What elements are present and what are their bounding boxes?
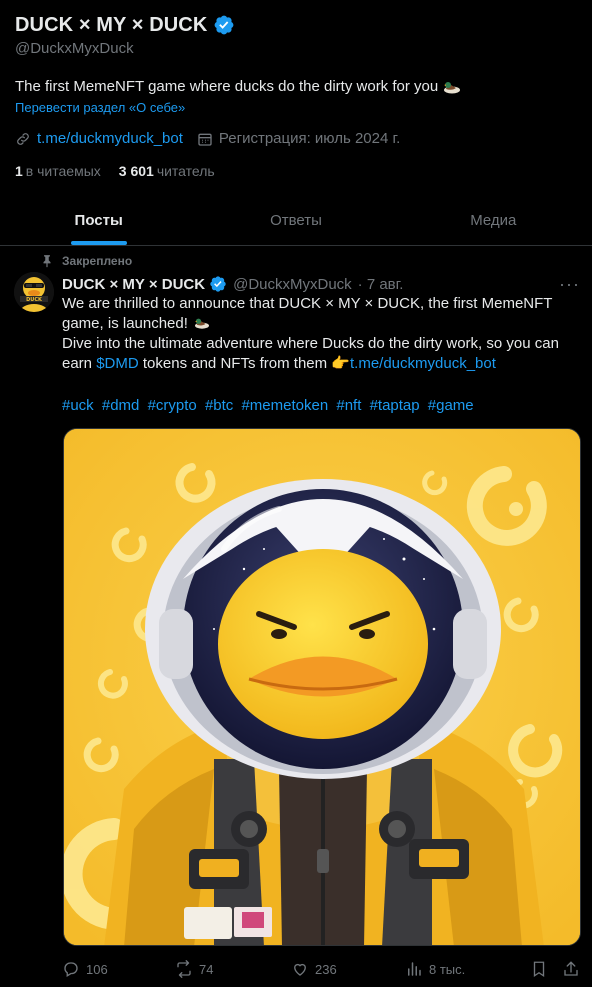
tab-replies-label: Ответы xyxy=(270,212,322,229)
post-text-line-2-content: game, is launched! xyxy=(62,315,188,332)
profile-follow-stats: 1в читаемых 3 601 читатель xyxy=(15,161,577,181)
views-count: 8 тыс. xyxy=(429,961,466,977)
like-button[interactable]: 236 xyxy=(267,960,385,978)
post-text-line-1: We are thrilled to announce that DUCK × … xyxy=(62,295,553,312)
calendar-icon xyxy=(198,133,212,146)
hashtag-link[interactable]: #uck xyxy=(62,397,94,414)
post-text-line-3: Dive into the ultimate adventure where D… xyxy=(62,335,559,352)
views-icon xyxy=(408,962,421,976)
link-icon xyxy=(17,133,29,145)
astronaut-duck-illustration xyxy=(64,429,580,945)
profile-website-link[interactable]: t.me/duckmyduck_bot xyxy=(37,129,183,149)
pinned-text: Закреплено xyxy=(62,254,133,268)
repost-count: 74 xyxy=(199,961,214,977)
share-button[interactable] xyxy=(562,960,580,978)
profile-display-name: DUCK × MY × DUCK xyxy=(15,13,208,36)
profile-header: DUCK × MY × DUCK @DuckxMyxDuck The first… xyxy=(15,12,577,181)
post-header: DUCK × MY × DUCK @DuckxMyxDuck · 7 авг. … xyxy=(62,274,580,294)
profile-joined: Регистрация: июль 2024 г. xyxy=(197,129,400,149)
views-button[interactable]: 8 тыс. xyxy=(385,960,485,978)
tab-replies[interactable]: Ответы xyxy=(197,196,394,245)
like-icon xyxy=(294,963,306,976)
profile-handle: @DuckxMyxDuck xyxy=(15,40,134,57)
translate-bio-link[interactable]: Перевести раздел «О себе» xyxy=(15,99,577,117)
following-count: 1 xyxy=(15,163,23,179)
post-author-handle[interactable]: @DuckxMyxDuck xyxy=(233,276,352,293)
post-media-image[interactable] xyxy=(63,428,581,946)
svg-text:DUCK: DUCK xyxy=(26,297,43,303)
avatar-duck-image: DUCK xyxy=(14,272,54,312)
post-text-line-4-prefix: earn xyxy=(62,355,93,372)
profile-name-row: DUCK × MY × DUCK xyxy=(15,12,577,38)
followers-count: 3 601 xyxy=(118,163,154,179)
pinned-label: Закреплено xyxy=(40,254,132,268)
following-link[interactable]: 1в читаемых xyxy=(15,161,101,181)
cashtag-link[interactable]: $DMD xyxy=(96,355,139,372)
post-time[interactable]: · 7 авг. xyxy=(358,276,404,293)
bookmark-button[interactable] xyxy=(530,960,548,978)
repost-button[interactable]: 74 xyxy=(157,960,267,978)
post-text-line-2: game, is launched! xyxy=(62,314,580,334)
tab-posts-label: Посты xyxy=(74,212,123,229)
hashtag-link[interactable]: #memetoken xyxy=(241,397,328,414)
share-icon xyxy=(564,961,578,976)
hashtag-link[interactable]: #nft xyxy=(336,397,361,414)
reply-icon xyxy=(64,962,78,977)
duck-emoji-icon xyxy=(195,318,210,329)
post-action-bar: 106 74 236 8 тыс. xyxy=(62,958,580,980)
post-author-avatar[interactable]: DUCK xyxy=(14,272,54,312)
verified-badge-icon xyxy=(214,15,234,35)
post-text: We are thrilled to announce that DUCK × … xyxy=(62,294,580,374)
hashtag-link[interactable]: #btc xyxy=(205,397,233,414)
post-telegram-link[interactable]: t.me/duckmyduck_bot xyxy=(350,355,496,372)
post-text-line-4-middle: tokens and NFTs from them xyxy=(142,355,328,372)
post-author-name[interactable]: DUCK × MY × DUCK xyxy=(62,276,205,293)
hashtag-link[interactable]: #game xyxy=(428,397,474,414)
hashtag-link[interactable]: #crypto xyxy=(148,397,197,414)
followers-label: читатель xyxy=(156,163,215,179)
pointing-hand-emoji-icon: 👉 xyxy=(331,355,350,372)
reply-button[interactable]: 106 xyxy=(62,960,157,978)
bookmark-icon xyxy=(533,961,545,978)
profile-bio-text: The first MemeNFT game where ducks do th… xyxy=(15,78,439,95)
profile-joined-text: Регистрация: июль 2024 г. xyxy=(218,130,401,147)
profile-website[interactable]: t.me/duckmyduck_bot xyxy=(15,129,183,149)
profile-tabs: Посты Ответы Медиа xyxy=(0,196,592,246)
repost-icon xyxy=(177,960,191,978)
tab-media[interactable]: Медиа xyxy=(395,196,592,245)
profile-bio: The first MemeNFT game where ducks do th… xyxy=(15,77,577,97)
profile-meta-row: t.me/duckmyduck_bot Регистрация: июль 20… xyxy=(15,129,577,149)
tab-posts[interactable]: Посты xyxy=(0,196,197,245)
duck-emoji-icon xyxy=(444,82,461,94)
reply-count: 106 xyxy=(86,961,108,977)
tab-media-label: Медиа xyxy=(470,212,517,229)
hashtag-link[interactable]: #taptap xyxy=(370,397,420,414)
followers-link[interactable]: 3 601 читатель xyxy=(119,161,215,181)
hashtag-link[interactable]: #dmd xyxy=(102,397,140,414)
post-text-line-4: earn $DMD tokens and NFTs from them 👉t.m… xyxy=(62,354,580,374)
post-hashtags: #uck #dmd #crypto #btc #memetoken #nft #… xyxy=(62,396,580,416)
following-label: в читаемых xyxy=(25,163,101,179)
active-tab-indicator xyxy=(70,241,127,245)
more-icon[interactable]: ··· xyxy=(559,275,580,293)
like-count: 236 xyxy=(315,961,337,977)
pin-icon xyxy=(43,255,51,268)
verified-badge-icon xyxy=(210,276,226,292)
